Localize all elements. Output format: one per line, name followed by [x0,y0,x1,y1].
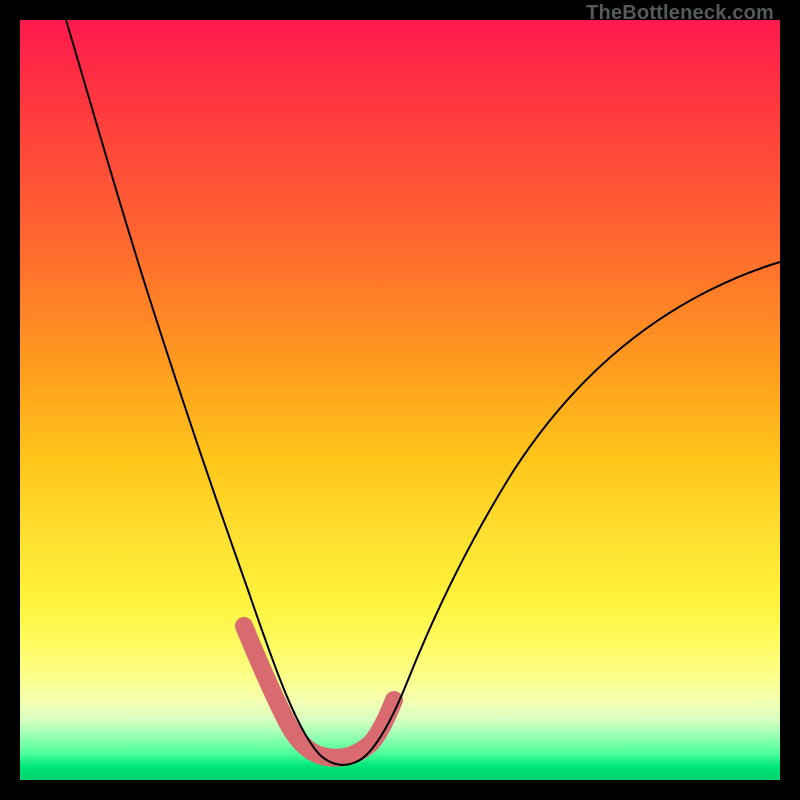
chart-plot-area [20,20,780,780]
watermark-text: TheBottleneck.com [586,2,774,25]
bottleneck-curve [66,20,780,765]
chart-stage: TheBottleneck.com [0,0,800,800]
chart-svg [20,20,780,780]
